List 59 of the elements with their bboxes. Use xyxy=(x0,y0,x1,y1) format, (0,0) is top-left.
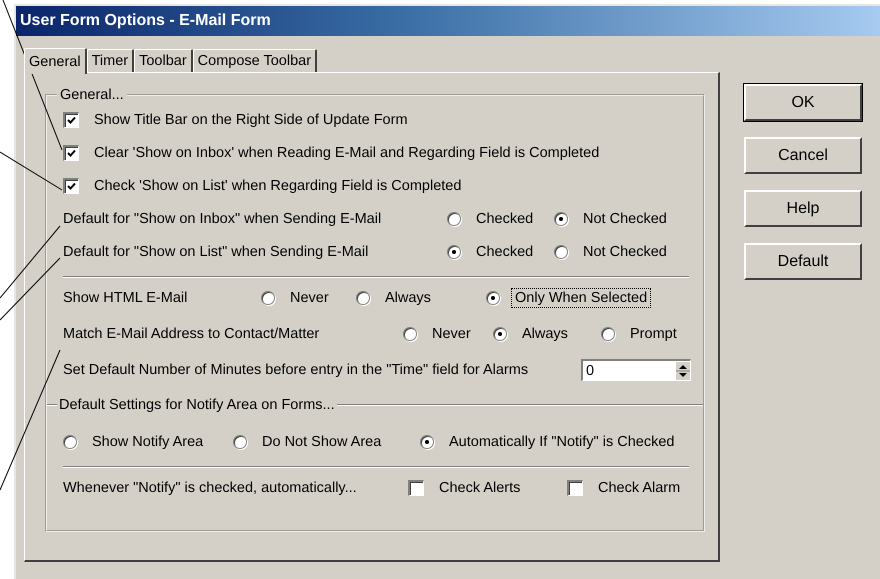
radio-button[interactable] xyxy=(493,327,507,341)
checkbox-option[interactable]: Check 'Show on List' when Regarding Field is Completed xyxy=(63,176,703,194)
tab[interactable]: General xyxy=(24,48,87,74)
check-mark-icon xyxy=(67,182,76,190)
minutes-spin-field[interactable]: 0 xyxy=(581,359,691,381)
option-label: Default for "Show on List" when Sending E-Mail xyxy=(63,244,370,260)
radio-button[interactable] xyxy=(403,327,417,341)
radio-button[interactable] xyxy=(554,212,568,226)
dialog-button[interactable]: OK xyxy=(744,84,862,121)
radio-button[interactable] xyxy=(486,291,500,305)
checkbox[interactable] xyxy=(63,112,79,128)
checkbox[interactable] xyxy=(408,480,424,496)
group-title: General... xyxy=(59,87,125,103)
dialog-button[interactable]: Default xyxy=(744,243,862,280)
tab[interactable]: Toolbar xyxy=(134,49,193,72)
radio-button[interactable] xyxy=(63,435,77,449)
radio-option[interactable]: Prompt xyxy=(601,325,703,343)
radio-button[interactable] xyxy=(233,435,247,449)
checkbox-option[interactable]: Clear 'Show on Inbox' when Reading E-Mail and Regarding Field is Completed xyxy=(63,144,703,162)
option-label: Whenever "Notify" is checked, automatically... xyxy=(63,480,358,496)
radio-option[interactable]: Automatically If "Notify" is Checked xyxy=(420,433,703,451)
radio-option[interactable]: Show Notify Area xyxy=(63,433,233,451)
dialog-button[interactable]: Cancel xyxy=(744,137,862,174)
radio-button[interactable] xyxy=(447,212,461,226)
option-label: Show HTML E-Mail xyxy=(63,290,188,306)
radio-button[interactable] xyxy=(261,291,275,305)
radio-option[interactable]: Not Checked xyxy=(554,242,703,260)
radio-option[interactable]: Never xyxy=(403,325,493,343)
radio-option[interactable]: Never xyxy=(261,289,356,307)
tab[interactable]: Compose Toolbar xyxy=(192,49,318,72)
radio-option[interactable]: Do Not Show Area xyxy=(233,433,420,451)
checkbox[interactable] xyxy=(567,480,583,496)
dialog-button[interactable]: Help xyxy=(744,190,862,227)
section-title: Default Settings for Notify Area on Forms... xyxy=(58,397,336,413)
radio-button[interactable] xyxy=(601,327,615,341)
checkbox-option[interactable]: Check Alarm xyxy=(567,479,703,497)
checkbox-option[interactable]: Show Title Bar on the Right Side of Update Form xyxy=(63,110,703,128)
check-mark-icon xyxy=(67,148,76,158)
radio-option[interactable]: Checked xyxy=(447,242,554,260)
tab[interactable]: Timer xyxy=(86,49,134,72)
radio-option[interactable]: Only When Selected xyxy=(486,289,703,307)
option-label: Set Default Number of Minutes before entry in the "Time" field for Alarms xyxy=(63,362,530,378)
leader-line xyxy=(0,258,60,320)
option-label: Default for "Show on Inbox" when Sending E-Mail xyxy=(63,210,382,226)
check-mark-icon xyxy=(67,116,76,124)
radio-button[interactable] xyxy=(420,435,434,449)
radio-option[interactable]: Checked xyxy=(447,210,554,228)
radio-option[interactable]: Always xyxy=(356,289,486,307)
radio-option[interactable]: Not Checked xyxy=(554,210,703,228)
radio-button[interactable] xyxy=(356,291,370,305)
spin-arrows-icon[interactable] xyxy=(676,362,690,380)
radio-button[interactable] xyxy=(447,244,461,258)
checkbox-option[interactable]: Check Alerts xyxy=(408,479,567,497)
radio-button[interactable] xyxy=(554,244,568,258)
window-title: User Form Options - E-Mail Form xyxy=(20,12,271,30)
radio-option[interactable]: Always xyxy=(493,325,601,343)
checkbox[interactable] xyxy=(63,178,79,194)
checkbox[interactable] xyxy=(63,144,79,160)
option-label: Match E-Mail Address to Contact/Matter xyxy=(63,326,320,342)
